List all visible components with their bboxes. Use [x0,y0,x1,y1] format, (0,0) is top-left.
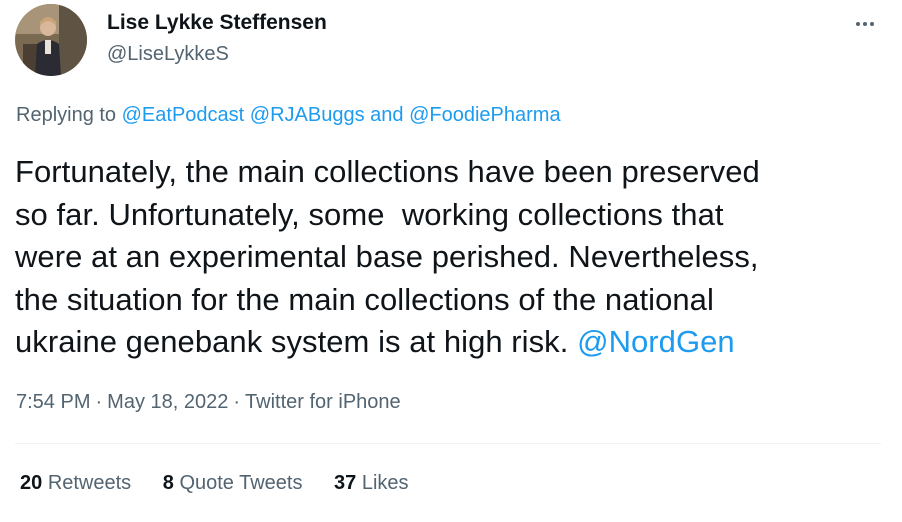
mention-nordgen[interactable]: @NordGen [577,324,735,359]
author-handle[interactable]: @LiseLykkeS [107,43,229,66]
meta-separator: · [95,391,103,413]
retweets-count: 20 [20,472,43,494]
mention-foodiepharma[interactable]: @FoodiePharma [409,104,560,126]
quote-tweets-stat[interactable]: 8 Quote Tweets [163,472,303,495]
retweets-stat[interactable]: 20 Retweets [20,472,131,495]
replying-connector[interactable]: and [370,104,403,126]
replying-to-label: Replying to [16,104,117,126]
tweet-metadata: 7:54 PM · May 18, 2022 · Twitter for iPhone [16,391,401,414]
meta-separator: · [233,391,241,413]
tweet-text-fragment: ukraine genebank system is at high risk. [15,324,578,360]
quote-tweets-count: 8 [162,472,174,494]
tweet-text-line: Fortunately, the main collections have b… [15,154,760,189]
author-display-name[interactable]: Lise Lykke Steffensen [107,11,327,35]
tweet-text: Fortunately, the main collections have b… [15,151,887,364]
tweet-text-line: ukraine genebank system is at high risk.… [15,321,887,364]
tweet-date[interactable]: May 18, 2022 [107,391,228,413]
quote-tweets-label: Quote Tweets [179,472,303,494]
likes-label: Likes [361,472,409,494]
mention-eatpodcast[interactable]: @EatPodcast [122,104,245,126]
replying-to: Replying to @EatPodcast @RJABuggs and @F… [16,104,561,127]
mention-rjabuggs[interactable]: @RJABuggs [250,104,365,126]
engagement-stats: 20 Retweets 8 Quote Tweets 37 Likes [20,472,435,495]
tweet-text-line: so far. Unfortunately, some working coll… [15,196,724,232]
profile-photo-icon [15,4,87,76]
likes-stat[interactable]: 37 Likes [334,472,409,495]
tweet-source[interactable]: Twitter for iPhone [245,391,401,413]
tweet-time[interactable]: 7:54 PM [16,391,90,413]
tweet-text-line: the situation for the main collections o… [15,281,714,317]
likes-count: 37 [334,472,357,494]
tweet-text-line: were at an experimental base perished. N… [15,239,759,275]
avatar[interactable] [15,4,87,76]
divider [15,443,881,444]
more-options-icon[interactable] [848,10,882,38]
retweets-label: Retweets [47,472,132,494]
